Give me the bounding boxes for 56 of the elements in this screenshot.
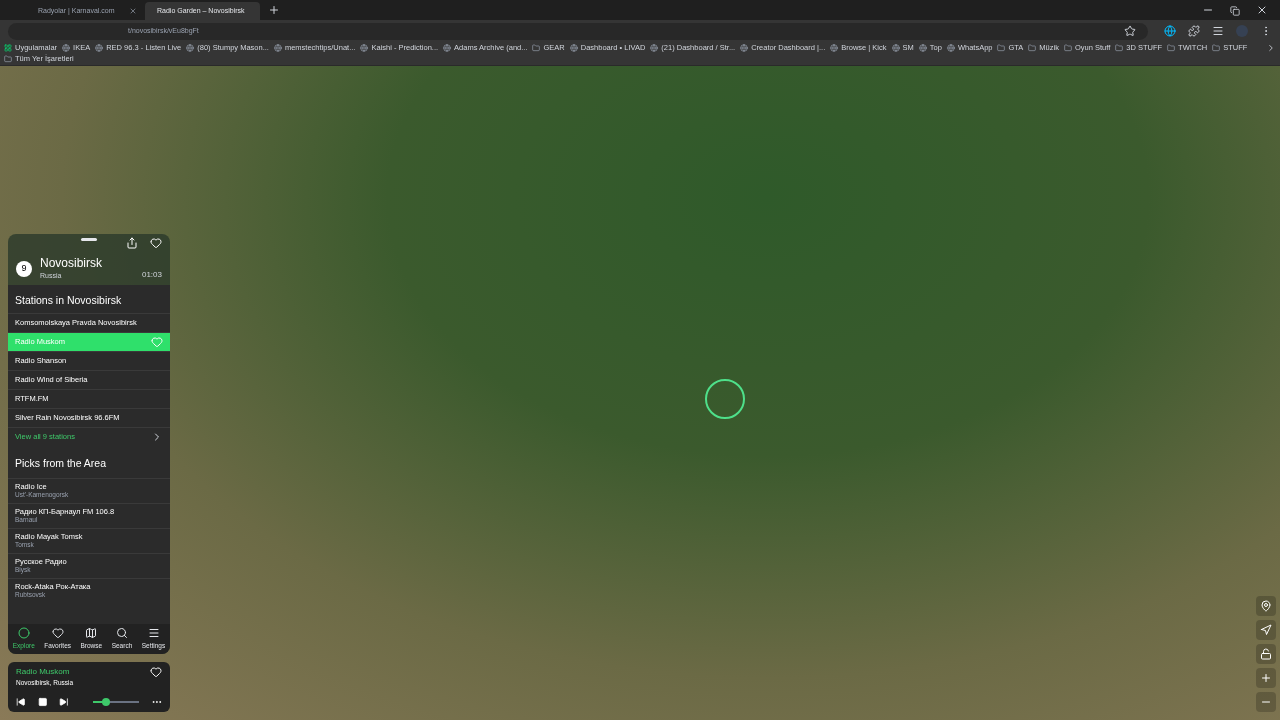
previous-icon[interactable] (16, 697, 26, 707)
next-icon[interactable] (59, 697, 69, 707)
folder-icon (1167, 43, 1176, 52)
site-icon (946, 43, 955, 52)
site-icon (891, 43, 900, 52)
station-count: 9 (16, 261, 32, 277)
share-icon[interactable] (126, 237, 138, 249)
section-title: Picks from the Area (14, 455, 108, 471)
folder-icon (4, 54, 12, 63)
folder-icon (532, 43, 541, 52)
heart-icon (151, 335, 163, 348)
more-bookmarks-icon[interactable] (1266, 42, 1276, 53)
site-icon (273, 43, 282, 52)
zoom-out-icon[interactable] (1256, 692, 1276, 712)
folder-icon (1028, 43, 1037, 52)
close-window-icon[interactable] (1256, 4, 1268, 16)
folder-icon (1063, 43, 1072, 52)
restore-icon[interactable] (1230, 6, 1240, 16)
folder-icon (1115, 43, 1124, 52)
new-tab-icon[interactable] (268, 4, 280, 16)
site-icon (443, 43, 452, 52)
station-marker-icon[interactable] (705, 378, 745, 419)
zoom-in-icon[interactable] (1256, 668, 1276, 688)
pin-icon[interactable] (1256, 596, 1276, 616)
unlock-icon[interactable] (1256, 644, 1276, 664)
site-icon (830, 43, 839, 52)
now-playing-station: Radio Muskom (16, 666, 71, 678)
city-name: Novosibirsk (40, 257, 103, 269)
heart-icon (51, 627, 64, 640)
search-icon (115, 627, 128, 640)
site-icon (569, 43, 578, 52)
site-icon (360, 43, 369, 52)
site-icon (740, 43, 749, 52)
site-icon (918, 43, 927, 52)
close-tab-icon[interactable] (129, 7, 137, 15)
drag-handle[interactable] (81, 238, 97, 241)
site-icon (95, 43, 104, 52)
extensions-icon[interactable] (1188, 25, 1200, 37)
site-icon (650, 43, 659, 52)
locate-icon[interactable] (1256, 620, 1276, 640)
extension-icon[interactable] (1164, 25, 1176, 37)
site-icon (186, 43, 195, 52)
site-icon (62, 43, 71, 52)
map-icon (85, 627, 98, 640)
section-title: Stations in Novosibirsk (14, 293, 123, 308)
stop-icon[interactable] (37, 697, 48, 707)
volume-thumb[interactable] (102, 698, 111, 706)
local-time: 01:03 (141, 269, 162, 281)
apps-grid-icon (4, 43, 12, 52)
folder-icon (1212, 43, 1221, 52)
folder-icon (997, 43, 1006, 52)
menu-icon (147, 627, 160, 640)
heart-icon[interactable] (150, 666, 162, 678)
heart-icon[interactable] (150, 237, 162, 249)
circle-icon (17, 627, 30, 640)
bookmark-star-icon[interactable] (1124, 25, 1136, 37)
